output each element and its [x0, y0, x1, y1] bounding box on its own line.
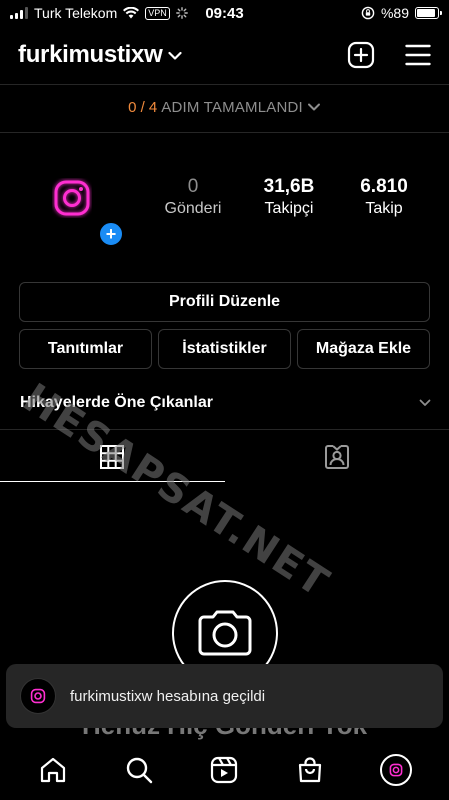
nav-shop[interactable] [290, 750, 330, 790]
story-highlights-toggle[interactable]: Hikayelerde Öne Çıkanlar [20, 388, 431, 418]
posts-count: 0 [187, 176, 199, 197]
create-post-icon[interactable] [347, 41, 375, 69]
battery-percent: %89 [380, 5, 409, 21]
profile-tabs [0, 432, 449, 482]
bottom-nav [0, 740, 449, 800]
followers-count: 31,6B [263, 176, 315, 197]
steps-label: ADIM TAMAMLANDI [161, 98, 303, 116]
home-icon [40, 757, 65, 783]
carrier-name: Turk Telekom [34, 5, 118, 21]
wifi-icon [123, 7, 140, 19]
nav-search[interactable] [119, 750, 159, 790]
grid-icon [100, 445, 125, 469]
tagged-user-icon [324, 445, 349, 469]
divider [0, 132, 449, 133]
highlights-label: Hikayelerde Öne Çıkanlar [20, 394, 213, 411]
edit-profile-button[interactable]: Profili Düzenle [19, 282, 430, 322]
profile-avatar-icon [380, 754, 413, 786]
divider [0, 84, 449, 85]
tab-tagged[interactable] [225, 432, 449, 482]
toast-message: furkimustixw hesabına geçildi [70, 687, 266, 705]
followers-stat[interactable]: 31,6B Takipçi [244, 176, 334, 218]
posts-label: Gönderi [164, 200, 222, 217]
vpn-badge: VPN [145, 6, 170, 20]
following-label: Takip [365, 200, 403, 217]
menu-icon[interactable] [405, 44, 431, 66]
followers-label: Takipçi [264, 200, 314, 217]
reels-icon [211, 756, 238, 784]
instagram-logo-icon [389, 763, 403, 777]
setup-steps-toggle[interactable]: 0 / 4 ADIM TAMAMLANDI [0, 86, 449, 128]
posts-stat[interactable]: 0 Gönderi [148, 176, 238, 218]
signal-icon [10, 7, 28, 19]
toast-avatar [20, 678, 56, 714]
add-story-button[interactable]: + [98, 221, 124, 247]
chevron-down-icon [419, 399, 431, 406]
account-switched-toast: furkimustixw hesabına geçildi [6, 664, 443, 728]
shopping-bag-icon [299, 757, 322, 783]
search-icon [126, 757, 152, 784]
following-count: 6.810 [360, 176, 408, 197]
status-bar: Turk Telekom VPN 09:43 %89 [0, 0, 449, 26]
chevron-down-icon[interactable] [168, 51, 183, 61]
nav-home[interactable] [33, 750, 73, 790]
nav-profile[interactable] [376, 750, 416, 790]
add-shop-button[interactable]: Mağaza Ekle [297, 329, 430, 369]
loading-icon [175, 7, 188, 19]
steps-count: 0 / 4 [128, 98, 158, 116]
battery-icon [415, 7, 442, 19]
promotions-button[interactable]: Tanıtımlar [19, 329, 152, 369]
tab-posts-grid[interactable] [0, 432, 225, 482]
camera-icon [198, 610, 252, 656]
profile-header: furkimustixw [0, 30, 449, 80]
instagram-logo-icon [30, 688, 46, 704]
chevron-down-icon [307, 103, 320, 111]
instagram-logo-icon [54, 180, 90, 216]
username-switcher[interactable]: furkimustixw [18, 41, 163, 69]
following-stat[interactable]: 6.810 Takip [339, 176, 429, 218]
rotation-lock-icon [361, 6, 375, 20]
nav-reels[interactable] [204, 750, 244, 790]
insights-button[interactable]: İstatistikler [158, 329, 291, 369]
divider [0, 429, 449, 430]
